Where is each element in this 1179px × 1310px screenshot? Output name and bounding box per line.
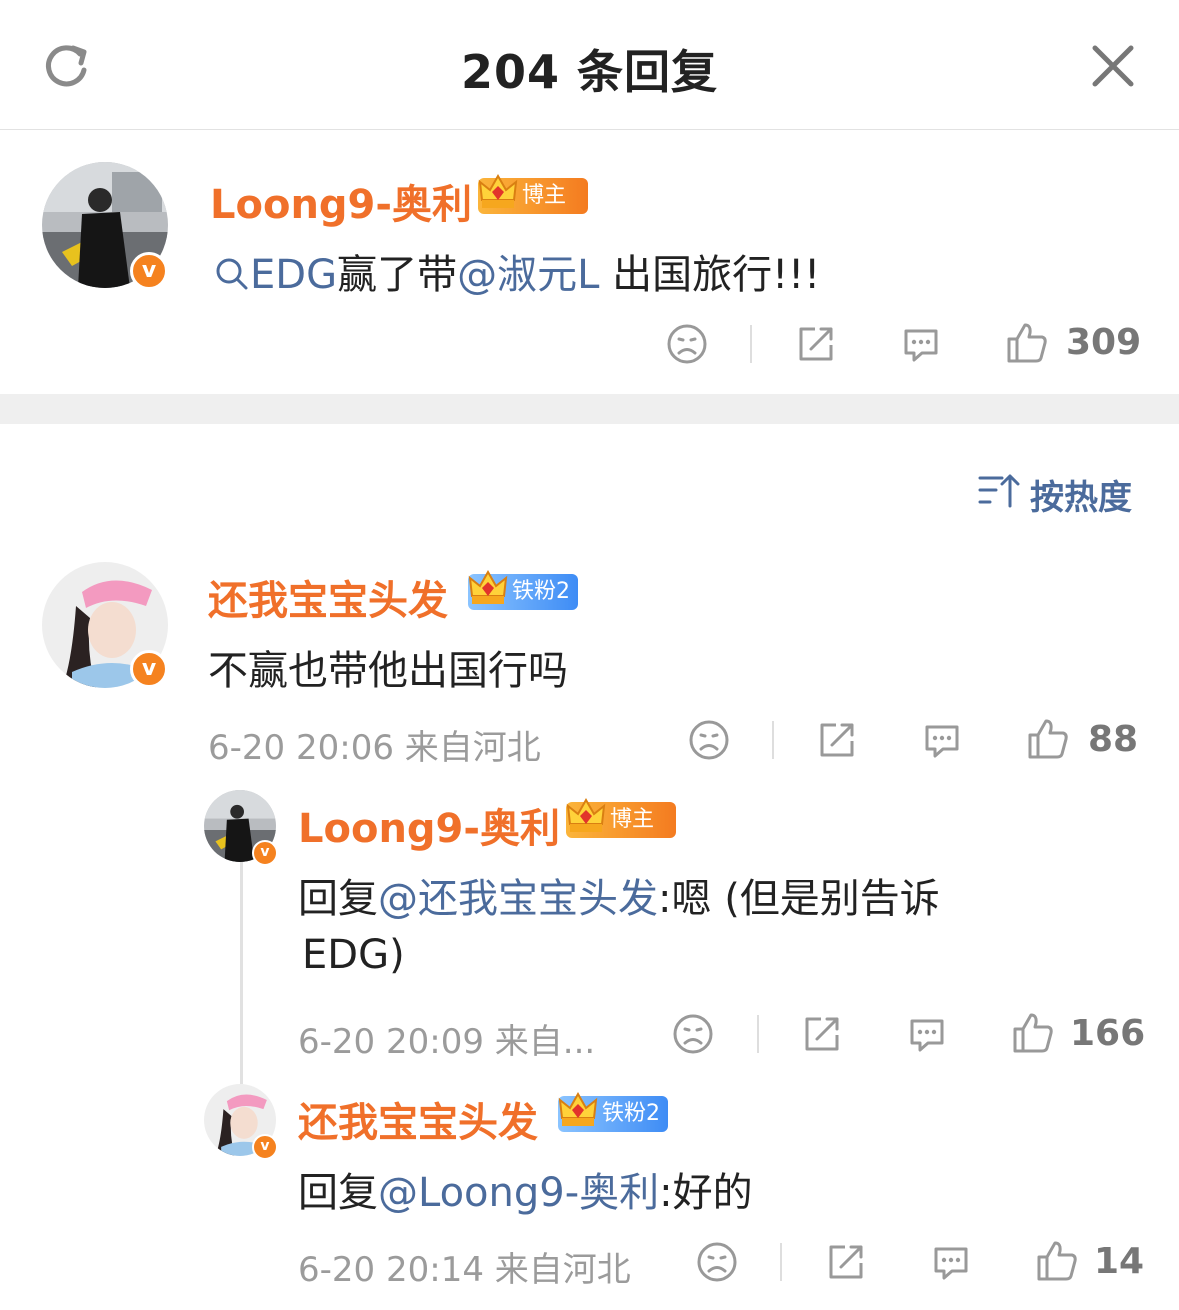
sort-icon: [978, 474, 1020, 508]
search-icon: [216, 258, 248, 290]
dislike-icon[interactable]: [672, 1013, 714, 1055]
dislike-icon[interactable]: [666, 323, 708, 365]
mention-link[interactable]: @淑元L: [457, 252, 599, 298]
like-count: 166: [1070, 1013, 1146, 1054]
reply-meta: 6-20 20:14 来自河北: [298, 1250, 631, 1290]
crown-icon: [478, 173, 518, 208]
post-content: EDG赢了带@淑元L 出国旅行!!!: [214, 242, 820, 300]
comment-icon[interactable]: [906, 1013, 948, 1055]
mention-link[interactable]: @还我宝宝头发: [378, 876, 658, 922]
dislike-icon[interactable]: [696, 1241, 738, 1283]
close-icon[interactable]: [1090, 43, 1136, 89]
crown-icon: [558, 1091, 598, 1126]
comment-icon[interactable]: [930, 1241, 972, 1283]
share-icon[interactable]: [816, 719, 858, 761]
reply-text: 回复@还我宝宝头发:嗯 (但是别告诉: [298, 876, 940, 922]
like-icon[interactable]: [1005, 321, 1049, 365]
fan-badge: 铁粉2: [558, 1091, 668, 1132]
verified-icon: v: [130, 252, 168, 290]
crown-icon: [468, 569, 508, 604]
verified-icon: v: [130, 650, 168, 688]
fan-badge: 铁粉2: [468, 569, 578, 610]
reply-author-name[interactable]: 还我宝宝头发: [298, 1090, 538, 1148]
share-icon[interactable]: [795, 323, 837, 365]
like-count: 309: [1066, 322, 1142, 363]
reply-author-name[interactable]: Loong9-奥利: [298, 796, 560, 854]
action-divider: [780, 1243, 782, 1281]
author-badge: 博主: [478, 173, 588, 214]
post-author-name[interactable]: Loong9-奥利: [210, 172, 472, 230]
like-count: 88: [1088, 719, 1139, 760]
action-divider: [772, 721, 774, 759]
verified-icon: v: [252, 840, 278, 866]
dislike-icon[interactable]: [688, 719, 730, 761]
like-icon[interactable]: [1035, 1239, 1079, 1283]
share-icon[interactable]: [825, 1241, 867, 1283]
share-icon[interactable]: [801, 1013, 843, 1055]
author-badge: 博主: [566, 797, 676, 838]
action-divider: [750, 325, 752, 363]
header-bar: 204 条回复: [0, 0, 1179, 130]
like-icon[interactable]: [1011, 1011, 1055, 1055]
like-icon[interactable]: [1026, 717, 1070, 761]
mention-link[interactable]: @Loong9-奥利: [378, 1170, 659, 1216]
page-title: 204 条回复: [460, 45, 719, 99]
thread-line: [240, 862, 243, 1084]
reply-text-line2: EDG): [302, 932, 405, 978]
action-divider: [757, 1015, 759, 1053]
comment-meta: 6-20 20:06 来自河北: [208, 728, 541, 768]
verified-icon: v: [252, 1134, 278, 1160]
comment-icon[interactable]: [921, 719, 963, 761]
comment-author-name[interactable]: 还我宝宝头发: [208, 568, 448, 626]
section-separator: [0, 394, 1179, 424]
comment-text: 不赢也带他出国行吗: [208, 648, 568, 694]
reply-meta: 6-20 20:09 来自...: [298, 1022, 596, 1062]
comment-icon[interactable]: [900, 323, 942, 365]
hashtag-link[interactable]: EDG: [250, 252, 337, 298]
like-count: 14: [1094, 1241, 1145, 1282]
reply-text: 回复@Loong9-奥利:好的: [298, 1170, 753, 1216]
crown-icon: [566, 797, 606, 832]
